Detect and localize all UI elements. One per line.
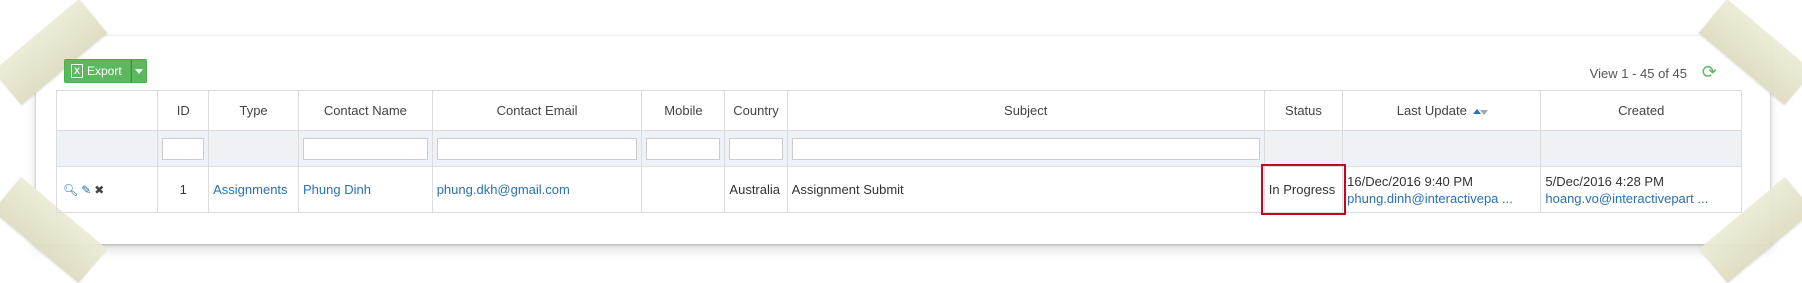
cell-status: In Progress <box>1260 164 1347 215</box>
filter-id-input[interactable] <box>162 137 205 160</box>
cell-mobile <box>641 166 726 213</box>
filter-contact-name-cell <box>298 130 433 167</box>
created-date: 5/Dec/2016 4:28 PM <box>1545 173 1664 189</box>
filter-contact-email-input[interactable] <box>436 137 638 160</box>
export-label: Export <box>87 64 122 78</box>
cell-created: 5/Dec/2016 4:28 PM hoang.vo@interactivep… <box>1540 166 1742 213</box>
close-icon[interactable]: ✖ <box>94 184 104 196</box>
filter-id-cell <box>157 130 210 167</box>
filter-mobile-input[interactable] <box>646 137 721 160</box>
status-text: In Progress <box>1268 182 1336 197</box>
col-id[interactable]: ID <box>157 90 210 131</box>
grid-toolbar: X Export <box>64 59 147 83</box>
filter-status-cell <box>1263 130 1344 167</box>
last-update-date: 16/Dec/2016 9:40 PM <box>1347 173 1473 189</box>
filter-subject-input[interactable] <box>791 137 1260 160</box>
col-last-update[interactable]: Last Update <box>1342 90 1542 131</box>
col-country[interactable]: Country <box>724 90 788 131</box>
cell-country: Australia <box>724 166 788 213</box>
type-link[interactable]: Assignments <box>213 182 287 197</box>
export-button[interactable]: X Export <box>64 59 131 83</box>
table-row[interactable]: 🔍︎ ✎ ✖ 1 Assignments Phung Dinh phung.dk… <box>55 164 1742 215</box>
cell-contact-name: Phung Dinh <box>298 166 433 213</box>
cell-last-update: 16/Dec/2016 9:40 PM phung.dinh@interacti… <box>1342 166 1542 213</box>
col-last-update-label: Last Update <box>1396 103 1467 118</box>
col-mobile[interactable]: Mobile <box>641 90 726 131</box>
filter-created-cell <box>1540 130 1742 167</box>
row-actions: 🔍︎ ✎ ✖ <box>55 166 159 213</box>
filter-country-input[interactable] <box>729 137 783 160</box>
col-created[interactable]: Created <box>1540 90 1742 131</box>
excel-icon: X <box>71 64 83 78</box>
cell-type: Assignments <box>208 166 300 213</box>
zoom-icon[interactable]: 🔍︎ <box>63 184 78 196</box>
filter-actions <box>55 130 159 167</box>
cell-contact-email: phung.dkh@gmail.com <box>431 166 643 213</box>
filter-contact-name-input[interactable] <box>303 137 428 160</box>
contact-email-link[interactable]: phung.dkh@gmail.com <box>437 182 570 197</box>
filter-contact-email-cell <box>431 130 643 167</box>
col-contact-name[interactable]: Contact Name <box>298 90 433 131</box>
filter-type-cell <box>208 130 300 167</box>
edit-icon[interactable]: ✎ <box>81 184 91 196</box>
export-dropdown-toggle[interactable] <box>130 59 147 83</box>
filter-mobile-cell <box>641 130 726 167</box>
refresh-icon[interactable]: ⟳ <box>1702 63 1717 81</box>
last-update-by-link[interactable]: phung.dinh@interactivepa ... <box>1347 190 1536 207</box>
cell-subject: Assignment Submit <box>786 166 1265 213</box>
col-actions <box>55 90 159 131</box>
tickets-table: ID Type Contact Name Contact Email Mobil… <box>55 90 1742 215</box>
contact-name-link[interactable]: Phung Dinh <box>303 182 371 197</box>
sort-icon <box>1472 107 1488 117</box>
col-contact-email[interactable]: Contact Email <box>431 90 643 131</box>
pager-info: View 1 - 45 of 45 <box>1589 66 1687 81</box>
cell-id: 1 <box>157 166 210 213</box>
created-by-link[interactable]: hoang.vo@interactivepart ... <box>1545 190 1737 207</box>
col-status[interactable]: Status <box>1263 90 1344 131</box>
filter-country-cell <box>724 130 788 167</box>
chevron-down-icon <box>134 68 143 74</box>
filter-last-update-cell <box>1342 130 1542 167</box>
col-type[interactable]: Type <box>208 90 300 131</box>
col-subject[interactable]: Subject <box>786 90 1265 131</box>
filter-subject-cell <box>786 130 1265 167</box>
